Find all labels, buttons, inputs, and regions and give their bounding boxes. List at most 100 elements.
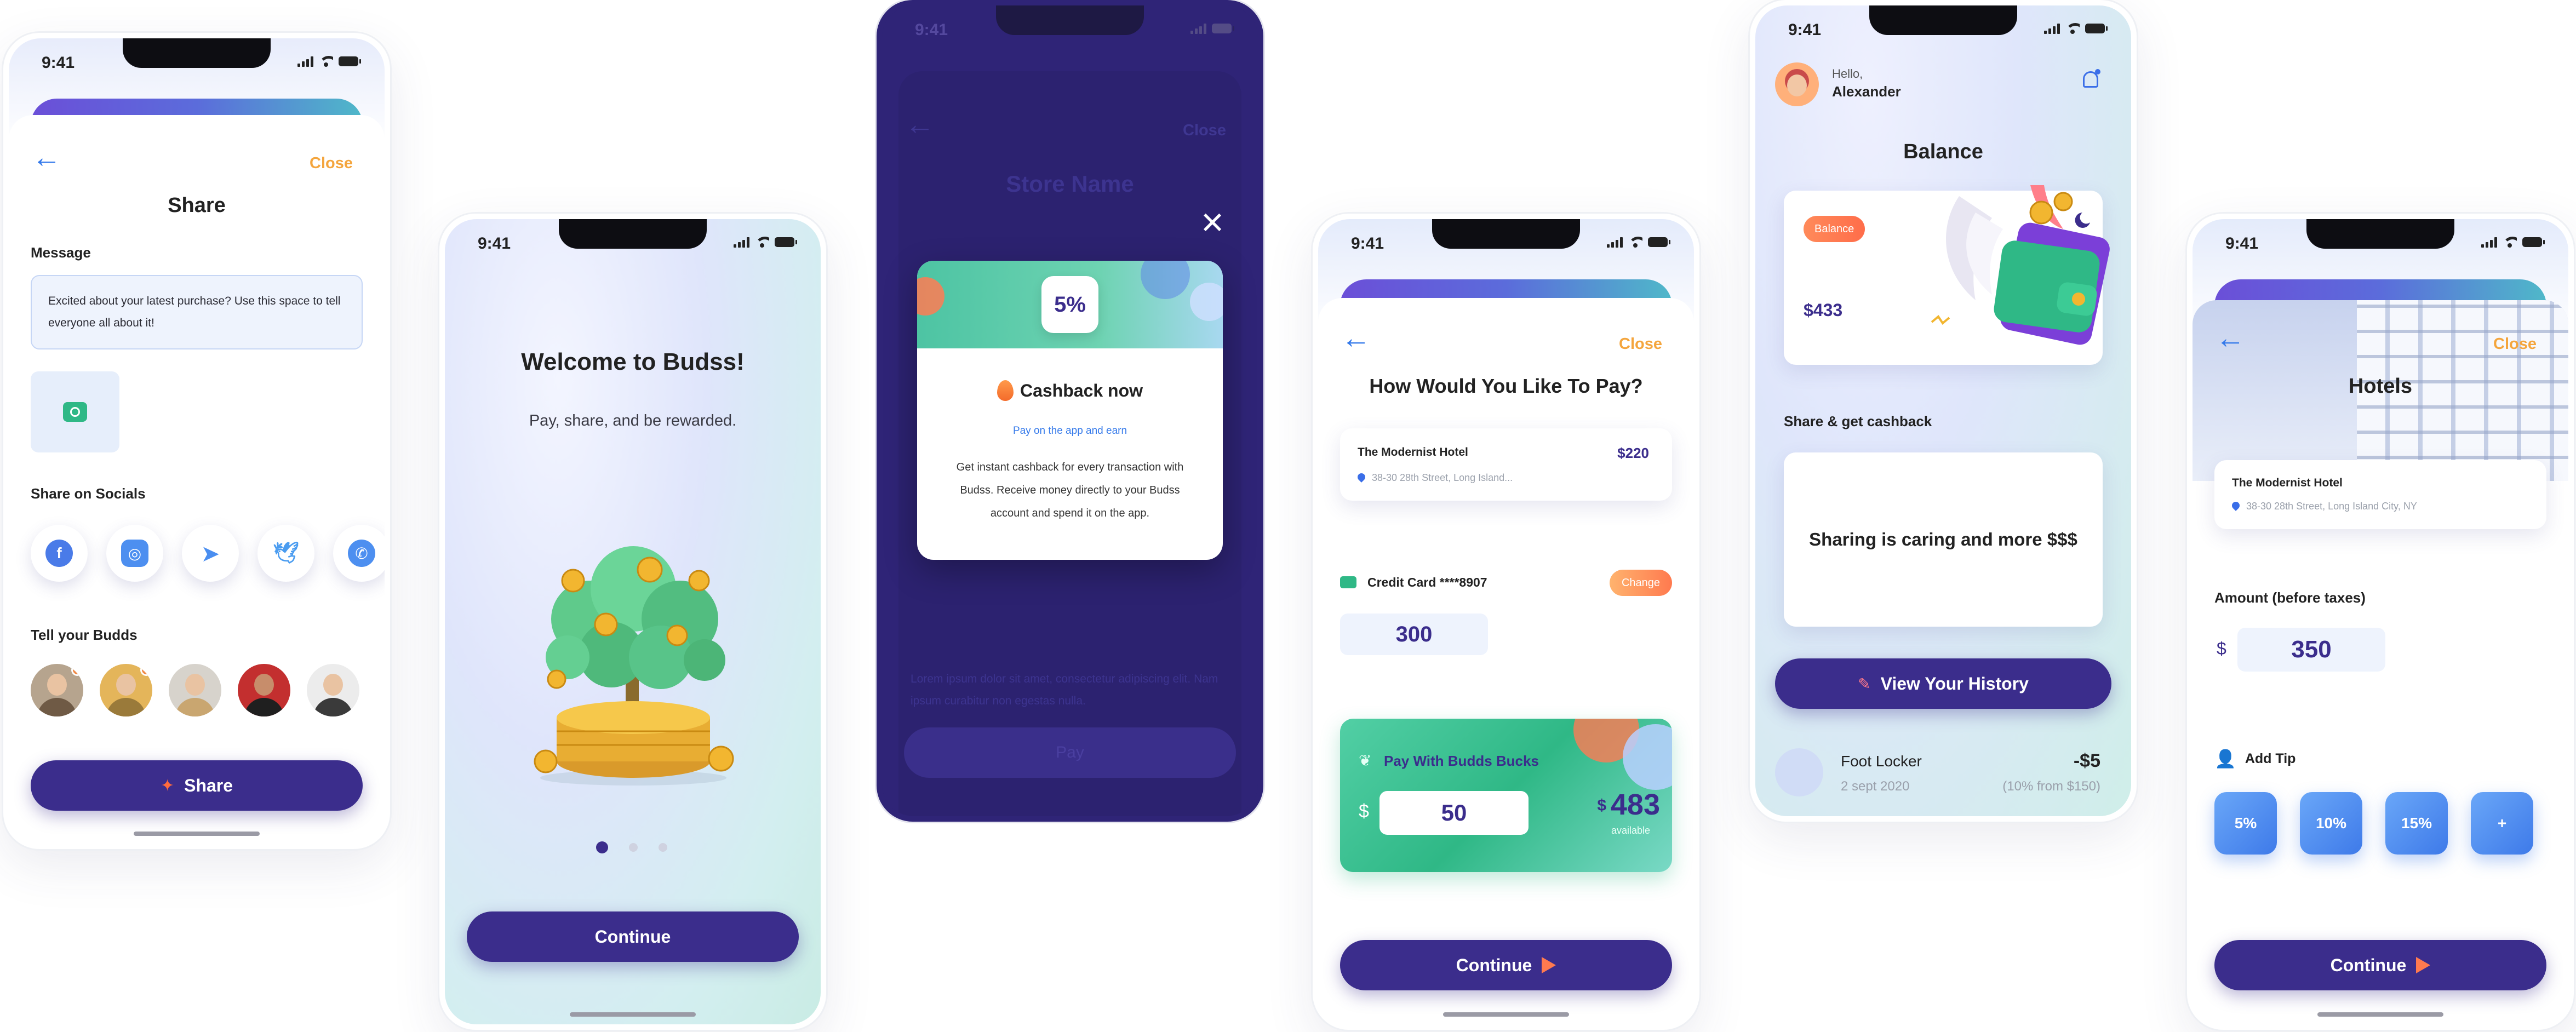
welcome-subtitle: Pay, share, and be rewarded. xyxy=(529,412,737,429)
tip-label: 10% xyxy=(2315,815,2347,832)
home-indicator xyxy=(134,832,260,836)
facebook-icon: f xyxy=(45,540,73,567)
flame-icon xyxy=(997,380,1014,401)
add-user-icon: 👤 xyxy=(2214,749,2236,769)
close-button[interactable]: Close xyxy=(310,154,353,173)
message-text: Excited about your latest purchase? Use … xyxy=(48,295,341,329)
whatsapp-button[interactable]: ✆ xyxy=(333,525,385,582)
continue-button-label: Continue xyxy=(1456,955,1532,975)
hotel-name: The Modernist Hotel xyxy=(2232,477,2343,489)
notch xyxy=(996,5,1144,35)
avatar[interactable] xyxy=(100,664,152,716)
share-screen: 9:41 ← Close Share Message Excited about… xyxy=(9,38,385,844)
transaction-amount: -$5 xyxy=(2073,750,2100,771)
page-title: Hotels xyxy=(2348,375,2413,398)
balance-amount: $433 xyxy=(1804,300,1843,320)
wifi-icon xyxy=(2503,237,2517,248)
add-photo-button[interactable] xyxy=(31,371,119,452)
battery-icon xyxy=(2522,237,2545,247)
status-time: 9:41 xyxy=(2225,234,2259,253)
signal-icon xyxy=(2044,23,2060,34)
status-time: 9:41 xyxy=(42,54,75,72)
facebook-button[interactable]: f xyxy=(31,525,88,582)
phone-share-screen: 9:41 ← Close Share Message Excited about… xyxy=(3,33,390,849)
cashback-percent: 5% xyxy=(1054,292,1086,317)
telegram-icon: ➤ xyxy=(201,540,220,566)
status-icons xyxy=(1190,23,1234,34)
tip-15-button[interactable]: 15% xyxy=(2385,792,2448,855)
back-button[interactable]: ← xyxy=(1341,323,1371,353)
page-dot[interactable] xyxy=(659,843,667,852)
modal-title-row: Cashback now xyxy=(917,380,1223,401)
close-button[interactable]: Close xyxy=(1183,122,1226,140)
continue-button[interactable]: Continue xyxy=(467,911,799,962)
status-time: 9:41 xyxy=(915,21,948,39)
phone-balance-screen: 9:41 Hello, Alexander Balance Balance $4… xyxy=(1750,0,2137,822)
modal-close-button[interactable]: × xyxy=(1201,203,1224,242)
phone-hotel-screen: 9:41 ← Close Hotels The Modernist Hotel … xyxy=(2187,214,2574,1030)
back-button[interactable]: ← xyxy=(905,110,935,139)
pay-button[interactable]: Pay xyxy=(904,727,1236,778)
amount-input[interactable]: 350 xyxy=(2237,628,2385,672)
tip-label: 15% xyxy=(2401,815,2432,832)
view-history-button[interactable]: ✎ View Your History xyxy=(1775,658,2111,709)
instagram-button[interactable]: ◎ xyxy=(106,525,163,582)
tip-5-button[interactable]: 5% xyxy=(2214,792,2277,855)
tip-label: + xyxy=(2497,815,2507,832)
hotel-screen: 9:41 ← Close Hotels The Modernist Hotel … xyxy=(2193,219,2568,1024)
share-cashback-text: Sharing is caring and more $$$ xyxy=(1809,529,2077,549)
close-button[interactable]: Close xyxy=(1619,335,1662,353)
avatar[interactable] xyxy=(238,664,290,716)
phone-store-screen: 9:41 ← Close Store Name Lorem ipsum dolo… xyxy=(877,0,1263,822)
avatar[interactable] xyxy=(169,664,221,716)
balance-badge: Balance xyxy=(1804,216,1865,242)
tip-custom-button[interactable]: + xyxy=(2471,792,2533,855)
status-icons xyxy=(2481,237,2545,248)
continue-button[interactable]: Continue xyxy=(2214,940,2546,990)
continue-button[interactable]: Continue xyxy=(1340,940,1672,990)
notch xyxy=(1869,5,2017,35)
budds-bucks-amount: 50 xyxy=(1441,800,1467,825)
card-amount-field[interactable]: 300 xyxy=(1340,614,1488,655)
status-icons xyxy=(2044,23,2108,34)
continue-button-label: Continue xyxy=(594,926,671,947)
flame-icon: ✦ xyxy=(160,776,175,795)
hotel-price: $220 xyxy=(1617,445,1649,461)
page-dot[interactable] xyxy=(629,843,638,852)
hotel-card[interactable]: The Modernist Hotel 38-30 28th Street, L… xyxy=(2214,460,2546,529)
hotel-card[interactable]: The Modernist Hotel $220 38-30 28th Stre… xyxy=(1340,428,1672,501)
welcome-screen: 9:41 Welcome to Budss! Pay, share, and b… xyxy=(445,219,821,1024)
signal-icon xyxy=(1607,237,1623,248)
close-button[interactable]: Close xyxy=(2493,335,2537,353)
signal-icon xyxy=(1190,23,1206,34)
avatar[interactable] xyxy=(307,664,359,716)
share-cashback-card[interactable]: Sharing is caring and more $$$ xyxy=(1784,452,2103,627)
page-dot-active[interactable] xyxy=(596,841,608,853)
selected-badge xyxy=(140,664,152,676)
back-button[interactable]: ← xyxy=(32,142,61,172)
tip-10-button[interactable]: 10% xyxy=(2300,792,2362,855)
balance-card[interactable]: Balance $433 xyxy=(1784,185,2110,365)
page-title: Balance xyxy=(1903,140,1983,163)
message-field[interactable]: Excited about your latest purchase? Use … xyxy=(31,275,363,349)
change-button[interactable]: Change xyxy=(1609,570,1672,596)
budds-bucks-input[interactable]: 50 xyxy=(1379,791,1529,835)
status-icons xyxy=(297,56,361,67)
telegram-button[interactable]: ➤ xyxy=(182,525,239,582)
avatar[interactable] xyxy=(31,664,83,716)
play-arrow-icon xyxy=(1542,957,1556,973)
whatsapp-icon: ✆ xyxy=(348,540,375,567)
signal-icon xyxy=(734,237,749,248)
view-history-label: View Your History xyxy=(1880,673,2029,693)
back-button[interactable]: ← xyxy=(2216,323,2245,353)
twitter-button[interactable]: 🕊 xyxy=(257,525,314,582)
share-button-label: Share xyxy=(184,775,233,795)
store-screen: 9:41 ← Close Store Name Lorem ipsum dolo… xyxy=(882,5,1258,816)
notch xyxy=(123,38,271,68)
transaction-row[interactable]: Foot Locker 2 sept 2020 -$5 (10% from $1… xyxy=(1775,743,2111,803)
phone-welcome-screen: 9:41 Welcome to Budss! Pay, share, and b… xyxy=(439,214,826,1030)
available-currency: $ xyxy=(1597,796,1606,815)
user-avatar[interactable] xyxy=(1775,62,1819,106)
tip-label: 5% xyxy=(2234,815,2257,832)
share-button[interactable]: ✦ Share xyxy=(31,760,363,811)
